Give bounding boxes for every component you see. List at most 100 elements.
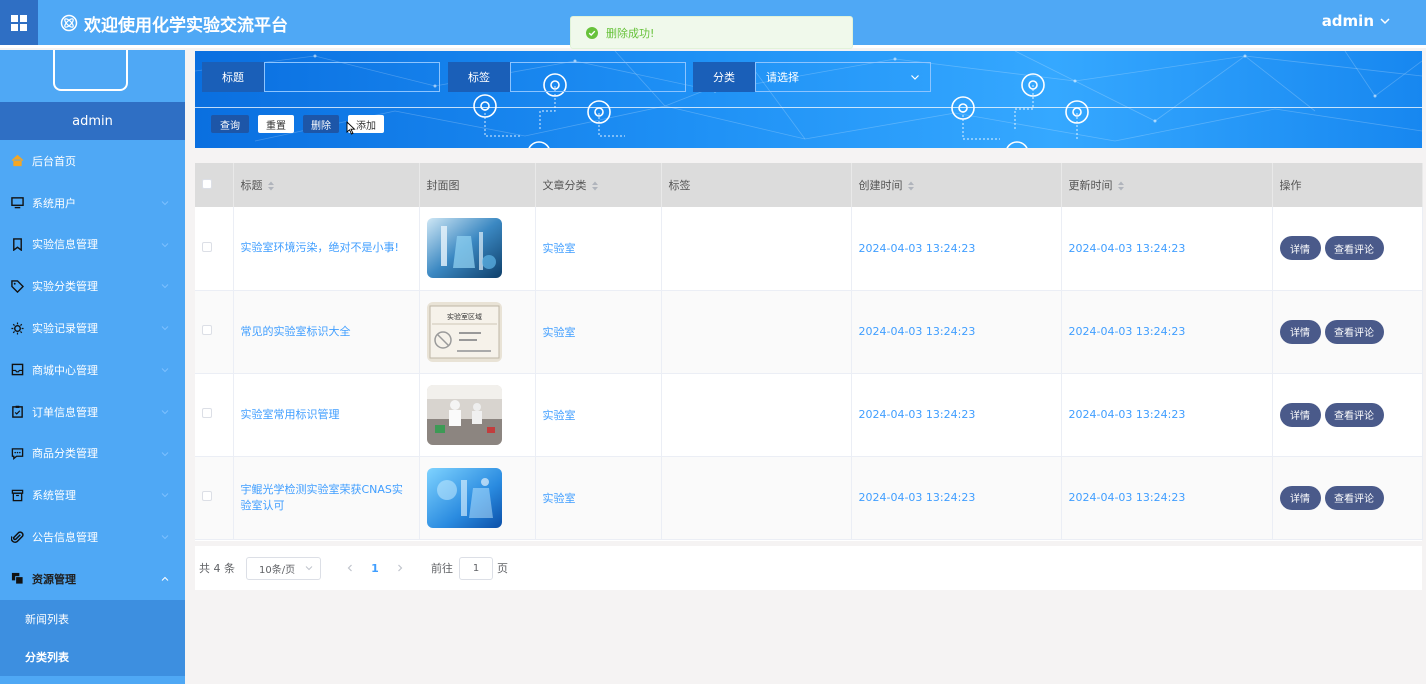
page-number-current[interactable]: 1 (363, 557, 387, 579)
row-title[interactable]: 实验室常用标识管理 (233, 373, 420, 457)
cover-image (426, 218, 502, 279)
row-updated: 2024-04-03 13:24:23 (1061, 373, 1273, 457)
sidebar-item-experiment-category[interactable]: 实验分类管理 (0, 265, 185, 307)
chat-icon (11, 448, 24, 460)
page-size-select[interactable]: 10条/页 (246, 556, 321, 580)
row-actions: 详情 查看评论 (1272, 456, 1423, 540)
user-menu[interactable]: admin (1322, 12, 1390, 30)
sidebar: admin 后台首页 系统用户 实验信息管理 实验分类管理 实验记录管理 商城中… (0, 50, 185, 684)
detail-button[interactable]: 详情 (1279, 319, 1321, 344)
title-filter-input[interactable] (264, 62, 440, 92)
row-actions: 详情 查看评论 (1272, 373, 1423, 457)
sidebar-item-mall-center[interactable]: 商城中心管理 (0, 349, 185, 391)
sidebar-item-label: 订单信息管理 (32, 405, 98, 419)
query-button[interactable]: 查询 (211, 115, 249, 133)
row-cover-cell (419, 207, 536, 291)
sidebar-item-label: 实验分类管理 (32, 280, 98, 294)
row-created: 2024-04-03 13:24:23 (851, 290, 1062, 374)
chevron-down-icon (161, 242, 169, 247)
clipboard-icon (12, 405, 23, 418)
category-filter: 分类 请选择 (693, 62, 931, 92)
prev-page-button[interactable] (339, 557, 361, 579)
goto-page-input[interactable] (459, 556, 493, 580)
sidebar-item-label: 公告信息管理 (32, 531, 98, 545)
sort-icon (1117, 181, 1124, 191)
row-select-cell (195, 456, 234, 540)
chevron-down-icon (161, 535, 169, 540)
table-row: 常见的实验室标识大全 实验室区域 实验室 2024-04-03 13:24:23… (195, 290, 1423, 374)
column-header-label: 操作 (1279, 179, 1302, 192)
row-checkbox[interactable] (202, 491, 212, 501)
sidebar-menu: 后台首页 系统用户 实验信息管理 实验分类管理 实验记录管理 商城中心管理 订单… (0, 140, 185, 676)
mouse-cursor-icon (346, 121, 356, 135)
sidebar-item-resource-management[interactable]: 资源管理 (0, 558, 185, 600)
row-title[interactable]: 常见的实验室标识大全 (233, 290, 420, 374)
view-comments-button[interactable]: 查看评论 (1324, 485, 1384, 510)
row-checkbox[interactable] (202, 408, 212, 418)
sign-title: 实验室区域 (447, 312, 482, 321)
sidebar-subitem-category-list[interactable]: 分类列表 (0, 638, 185, 676)
column-header-label: 封面图 (426, 179, 460, 192)
row-category: 实验室 (535, 290, 662, 374)
sidebar-item-announcement[interactable]: 公告信息管理 (0, 516, 185, 558)
sidebar-item-system-users[interactable]: 系统用户 (0, 182, 185, 224)
column-header-updated[interactable]: 更新时间 (1061, 163, 1273, 207)
row-title[interactable]: 实验室环境污染，绝对不是小事! (233, 207, 420, 291)
chevron-down-icon (161, 409, 169, 414)
reset-button[interactable]: 重置 (258, 115, 294, 133)
select-all-checkbox[interactable] (202, 178, 212, 189)
row-actions: 详情 查看评论 (1272, 290, 1423, 374)
row-cover-cell (419, 373, 536, 457)
sidebar-item-experiment-info[interactable]: 实验信息管理 (0, 224, 185, 266)
detail-button[interactable]: 详情 (1279, 236, 1321, 261)
chevron-down-icon (161, 200, 169, 206)
row-created: 2024-04-03 13:24:23 (851, 456, 1062, 540)
search-divider (195, 107, 1422, 108)
row-updated: 2024-04-03 13:24:23 (1061, 207, 1273, 291)
sidebar-item-order-info[interactable]: 订单信息管理 (0, 391, 185, 433)
monitor-icon (11, 197, 24, 209)
row-checkbox[interactable] (202, 325, 212, 335)
sidebar-subitem-news-list[interactable]: 新闻列表 (0, 600, 185, 638)
sidebar-item-home[interactable]: 后台首页 (0, 140, 185, 182)
goto-suffix: 页 (497, 562, 508, 575)
detail-button[interactable]: 详情 (1279, 402, 1321, 427)
avatar (53, 50, 128, 91)
row-category: 实验室 (535, 456, 662, 540)
home-icon (11, 155, 24, 167)
view-comments-button[interactable]: 查看评论 (1324, 236, 1384, 261)
tag-filter-input[interactable] (510, 62, 686, 92)
detail-button[interactable]: 详情 (1279, 485, 1321, 510)
sort-icon (591, 181, 598, 191)
chevron-down-icon (911, 75, 919, 80)
apps-grid-button[interactable] (0, 0, 38, 45)
category-filter-label: 分类 (693, 62, 755, 92)
copy-icon (11, 573, 24, 585)
sidebar-item-experiment-record[interactable]: 实验记录管理 (0, 307, 185, 349)
page-size-value: 10条/页 (259, 564, 296, 576)
sidebar-item-label: 商城中心管理 (32, 363, 98, 377)
table-row: 实验室环境污染，绝对不是小事! 实验室 2024-04-03 13:24:23 … (195, 207, 1423, 291)
column-header-created[interactable]: 创建时间 (851, 163, 1062, 207)
view-comments-button[interactable]: 查看评论 (1324, 319, 1384, 344)
column-header-category[interactable]: 文章分类 (535, 163, 662, 207)
next-page-button[interactable] (389, 557, 411, 579)
category-select[interactable]: 请选择 (755, 62, 931, 92)
sidebar-item-label: 系统用户 (32, 196, 76, 210)
sidebar-item-system-management[interactable]: 系统管理 (0, 474, 185, 516)
row-checkbox[interactable] (202, 241, 212, 252)
row-cover-cell (419, 456, 536, 540)
paperclip-icon (11, 530, 24, 543)
row-category: 实验室 (535, 373, 662, 457)
cover-image (426, 384, 502, 445)
view-comments-button[interactable]: 查看评论 (1324, 402, 1384, 427)
row-title[interactable]: 宇鲲光学检测实验室荣获CNAS实验室认可 (233, 456, 420, 540)
column-header-label: 标题 (240, 179, 263, 192)
sidebar-item-product-category[interactable]: 商品分类管理 (0, 433, 185, 475)
column-header-title[interactable]: 标题 (233, 163, 420, 207)
delete-button[interactable]: 删除 (303, 115, 339, 133)
column-header-actions: 操作 (1272, 163, 1423, 207)
row-created: 2024-04-03 13:24:23 (851, 373, 1062, 457)
chevron-down-icon (161, 368, 169, 373)
check-circle-icon (586, 26, 598, 39)
